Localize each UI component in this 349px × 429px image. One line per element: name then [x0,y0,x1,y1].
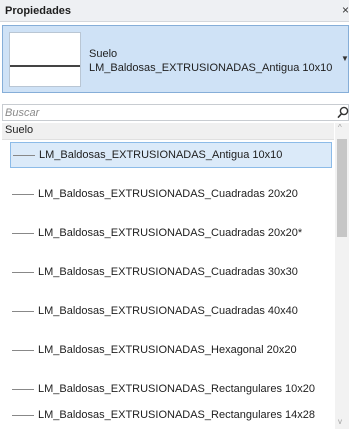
list-item-label: LM_Baldosas_EXTRUSIONADAS_Rectangulares … [38,383,315,395]
list-item-label: LM_Baldosas_EXTRUSIONADAS_Cuadradas 20x2… [38,227,303,239]
list-item-label: LM_Baldosas_EXTRUSIONADAS_Cuadradas 20x2… [38,188,298,200]
palette-title-bar[interactable]: Propiedades × [0,0,349,22]
type-selector[interactable]: Suelo LM_Baldosas_EXTRUSIONADAS_Antigua … [2,25,349,93]
type-preview-thumbnail [9,32,81,87]
list-item-label: LM_Baldosas_EXTRUSIONADAS_Cuadradas 30x3… [38,266,298,278]
close-icon[interactable]: × [342,3,349,17]
type-name-label: LM_Baldosas_EXTRUSIONADAS_Antigua 10x10 [89,62,333,74]
list-item[interactable]: LM_Baldosas_EXTRUSIONADAS_Cuadradas 20x2… [10,220,332,246]
list-item[interactable]: LM_Baldosas_EXTRUSIONADAS_Antigua 10x10 [10,142,332,168]
floor-line-icon [12,310,34,312]
type-list-scrollbar[interactable]: ^ v [335,123,349,429]
floor-line-icon [12,349,34,351]
floor-line-icon [12,414,34,416]
palette-title: Propiedades [5,4,72,17]
list-item-label: LM_Baldosas_EXTRUSIONADAS_Hexagonal 20x2… [38,344,297,356]
scroll-up-icon[interactable]: ^ [338,123,342,132]
type-family-label: Suelo [89,48,118,60]
list-item-label: LM_Baldosas_EXTRUSIONADAS_Antigua 10x10 [39,149,283,161]
list-item[interactable]: LM_Baldosas_EXTRUSIONADAS_Rectangulares … [10,376,332,402]
floor-line-icon [12,232,34,234]
search-input[interactable] [5,105,325,120]
floor-line-icon [12,388,34,390]
list-item-label: LM_Baldosas_EXTRUSIONADAS_Cuadradas 40x4… [38,305,298,317]
type-list: LM_Baldosas_EXTRUSIONADAS_Antigua 10x10 … [2,140,334,429]
floor-line-icon [12,271,34,273]
floor-line-icon [12,193,34,195]
list-item[interactable]: LM_Baldosas_EXTRUSIONADAS_Cuadradas 30x3… [10,259,332,285]
dropdown-arrow-icon[interactable]: ▼ [341,54,349,63]
list-item[interactable]: LM_Baldosas_EXTRUSIONADAS_Hexagonal 20x2… [10,337,332,363]
list-item[interactable]: LM_Baldosas_EXTRUSIONADAS_Cuadradas 40x4… [10,298,332,324]
search-box[interactable] [2,104,349,121]
scroll-thumb[interactable] [337,139,347,237]
list-item[interactable]: LM_Baldosas_EXTRUSIONADAS_Cuadradas 20x2… [10,181,332,207]
group-label: Suelo [5,124,34,136]
properties-palette: Propiedades × Suelo LM_Baldosas_EXTRUSIO… [0,0,349,429]
search-icon[interactable] [337,106,349,119]
list-item[interactable]: LM_Baldosas_EXTRUSIONADAS_Rectangulares … [10,402,332,428]
floor-preview-line [10,65,80,67]
floor-line-icon [13,154,35,156]
scroll-down-icon[interactable]: v [338,417,342,426]
type-group-header: Suelo [2,123,334,140]
list-item-label: LM_Baldosas_EXTRUSIONADAS_Rectangulares … [38,409,315,421]
